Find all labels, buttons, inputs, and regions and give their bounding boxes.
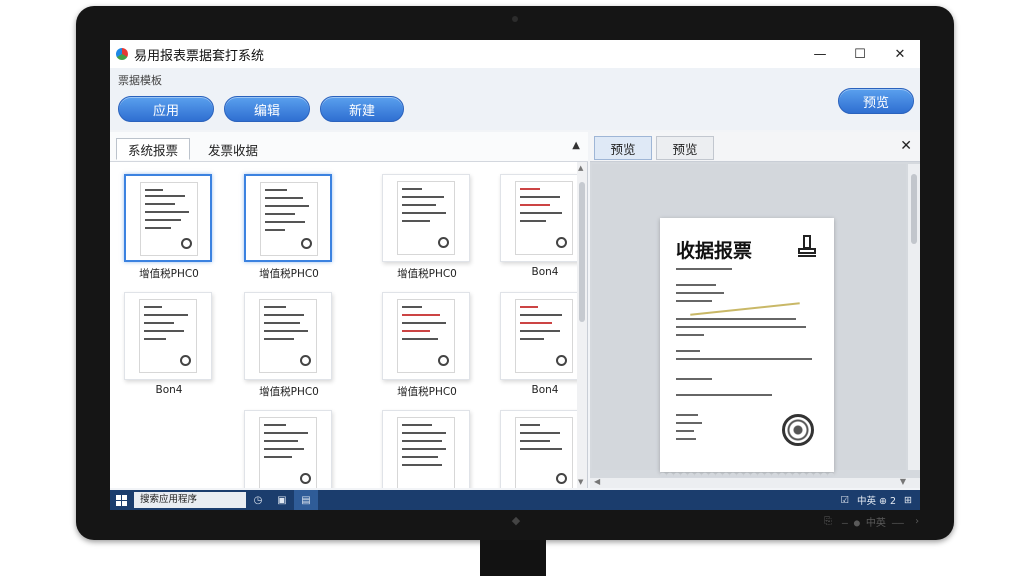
template-thumbnail[interactable]	[244, 410, 332, 488]
monitor-controls: ⎘ — ● 中英 —— ›	[824, 514, 920, 529]
scrollbar-thumb[interactable]	[911, 174, 917, 244]
monitor-stand	[480, 540, 546, 576]
template-thumbnail[interactable]	[382, 410, 470, 488]
template-tabs: 系统报票 发票收据 ▲	[110, 132, 588, 162]
tab-preview[interactable]: 预览	[594, 136, 652, 160]
tray-text: 中英 ⊕ 2	[856, 496, 897, 507]
scrollbar-thumb[interactable]	[579, 182, 585, 322]
edit-button[interactable]: 编辑	[224, 96, 310, 122]
template-panel: 系统报票 发票收据 ▲ 增值税PHC0 增值税PHC0 增值税PHC0 Bon4…	[110, 132, 588, 488]
receipt-title: 收据报票	[676, 240, 753, 262]
template-label: 增值税PHC0	[139, 268, 199, 280]
template-thumbnail[interactable]	[124, 292, 212, 380]
preview-button[interactable]: 预览	[838, 88, 914, 114]
template-label: Bon4	[155, 384, 183, 396]
template-thumbnail[interactable]	[244, 292, 332, 380]
preview-tabs: 预览 预览 ✕	[590, 132, 920, 162]
close-icon[interactable]: ✕	[900, 138, 912, 154]
template-label: 增值税PHC0	[397, 386, 457, 398]
window-icon[interactable]: ▣	[270, 490, 294, 510]
official-seal-icon	[782, 414, 814, 446]
receipt-preview: 收据报票	[660, 218, 834, 476]
app-taskbar-icon[interactable]: ▤	[294, 490, 318, 510]
template-thumbnail[interactable]	[382, 292, 470, 380]
preview-panel: 预览 预览 ✕ 收据报票 ◀ ▼	[590, 132, 920, 488]
taskbar: 搜索应用程序 ◷ ▣ ▤ ☑ 中英 ⊕ 2 ⊞	[110, 490, 920, 510]
tab-system-tickets[interactable]: 系统报票	[116, 138, 190, 160]
input-icon[interactable]: ⎘	[824, 516, 832, 527]
template-label: 增值税PHC0	[259, 268, 319, 280]
scroll-right-icon[interactable]: ▼	[900, 477, 906, 486]
monitor-controls-text: — ● 中英 ——	[841, 518, 904, 529]
template-label: Bon4	[531, 384, 559, 396]
brand-logo-icon: ◆	[511, 514, 521, 527]
scroll-up-icon[interactable]: ▲	[578, 164, 583, 172]
scroll-down-icon[interactable]: ▼	[578, 478, 583, 486]
windows-logo-icon	[115, 494, 127, 506]
toolbar-subtitle: 票据模板	[118, 74, 162, 87]
system-tray: ☑ 中英 ⊕ 2 ⊞	[840, 490, 912, 510]
chevron-up-icon[interactable]: ▲	[572, 140, 580, 151]
webcam	[512, 16, 518, 22]
template-label: 增值税PHC0	[397, 268, 457, 280]
start-button[interactable]	[110, 490, 132, 510]
tab-invoice-receipts[interactable]: 发票收据	[196, 138, 270, 160]
scroll-left-icon[interactable]: ◀	[594, 477, 600, 486]
new-button[interactable]: 新建	[320, 96, 404, 122]
template-label: 增值税PHC0	[259, 386, 319, 398]
chevron-right-icon[interactable]: ›	[914, 516, 920, 527]
screen: 易用报表票据套打系统 — ☐ ✕ 票据模板 应用 编辑 新建 预览 系统报票 发…	[110, 40, 920, 510]
template-thumbnail[interactable]	[244, 174, 332, 262]
template-thumbnail[interactable]	[382, 174, 470, 262]
preview-hscrollbar[interactable]: ◀ ▼	[590, 477, 920, 488]
monitor-frame: 易用报表票据套打系统 — ☐ ✕ 票据模板 应用 编辑 新建 预览 系统报票 发…	[76, 6, 954, 540]
preview-scrollbar[interactable]	[908, 164, 920, 470]
minimize-button[interactable]: —	[800, 40, 840, 68]
apply-button[interactable]: 应用	[118, 96, 214, 122]
tray-check-icon[interactable]: ☑	[840, 495, 849, 506]
preview-canvas: 收据报票	[592, 164, 906, 476]
template-thumbnail[interactable]	[500, 410, 578, 488]
window-controls: — ☐ ✕	[800, 40, 920, 68]
maximize-button[interactable]: ☐	[840, 40, 880, 68]
template-thumbnail[interactable]	[500, 174, 578, 262]
tray-expand-icon[interactable]: ⊞	[904, 495, 912, 506]
window-titlebar: 易用报表票据套打系统 — ☐ ✕	[110, 40, 920, 68]
close-button[interactable]: ✕	[880, 40, 920, 68]
template-thumbnail[interactable]	[124, 174, 212, 262]
stamp-icon	[798, 235, 816, 257]
tab-preview-alt[interactable]: 预览	[656, 136, 714, 160]
template-label: Bon4	[531, 266, 559, 278]
template-grid: 增值税PHC0 增值税PHC0 增值税PHC0 Bon4 Bon4 增值税PHC…	[110, 162, 578, 488]
taskbar-search[interactable]: 搜索应用程序	[134, 492, 246, 508]
clock-icon[interactable]: ◷	[246, 490, 270, 510]
app-logo-icon	[116, 48, 128, 60]
template-scrollbar[interactable]: ▲ ▼	[577, 162, 587, 488]
window-title: 易用报表票据套打系统	[134, 48, 265, 64]
template-thumbnail[interactable]	[500, 292, 578, 380]
